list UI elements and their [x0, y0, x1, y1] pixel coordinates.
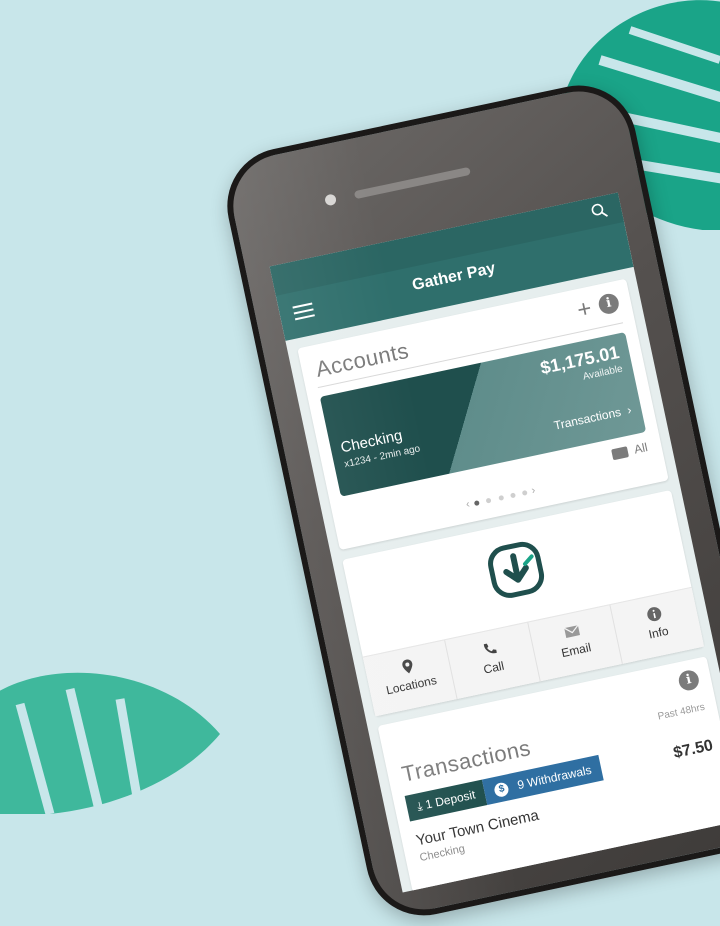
pager-dot[interactable]: [485, 497, 492, 504]
transactions-range: Past 48hrs: [656, 701, 706, 723]
envelope-icon: [564, 624, 581, 638]
info-icon[interactable]: i: [596, 291, 621, 316]
info-label: Info: [647, 623, 670, 642]
phone-device: Gather Pay Accounts + i $1,175.01 Availa…: [216, 74, 720, 926]
chevron-left-icon[interactable]: ‹: [465, 498, 471, 511]
withdrawals-label: 9 Withdrawals: [516, 762, 593, 793]
main-content: Accounts + i $1,175.01 Available Checkin…: [285, 267, 720, 893]
pager-dot[interactable]: [497, 494, 504, 501]
pager-dot[interactable]: [521, 489, 528, 496]
camera-icon: [324, 193, 338, 207]
bank-logo-icon: [488, 541, 545, 598]
all-label: All: [632, 440, 649, 457]
deposits-tab[interactable]: ⤓ 1 Deposit: [404, 779, 488, 822]
email-button[interactable]: Email: [527, 605, 623, 682]
transaction-amount: $7.50: [671, 737, 715, 762]
pager-dot[interactable]: [474, 499, 481, 506]
pager-dot[interactable]: [509, 492, 516, 499]
dollar-icon: $: [493, 781, 511, 798]
monstera-leaf-decoration: [0, 672, 220, 814]
info-button[interactable]: Info: [610, 588, 704, 664]
transactions-link-label: Transactions: [552, 404, 623, 433]
phone-screen: Gather Pay Accounts + i $1,175.01 Availa…: [269, 192, 720, 893]
all-accounts-button[interactable]: All: [611, 440, 649, 461]
call-button[interactable]: Call: [445, 622, 541, 699]
locations-button[interactable]: Locations: [362, 640, 458, 717]
call-label: Call: [482, 658, 506, 677]
chevron-right-icon[interactable]: ›: [530, 484, 536, 497]
search-icon[interactable]: [590, 201, 609, 220]
email-label: Email: [560, 640, 593, 661]
deposits-label: 1 Deposit: [424, 787, 477, 812]
chevron-right-icon: ›: [622, 402, 633, 418]
earpiece: [353, 166, 471, 200]
credit-card-icon: [611, 446, 630, 461]
locations-label: Locations: [384, 673, 438, 698]
info-icon: [647, 607, 662, 622]
add-icon[interactable]: +: [575, 295, 594, 324]
info-icon[interactable]: i: [676, 668, 701, 693]
accounts-title: Accounts: [313, 337, 412, 382]
location-pin-icon: [401, 659, 412, 674]
phone-icon: [483, 643, 497, 654]
transactions-link[interactable]: Transactions ›: [553, 403, 633, 433]
